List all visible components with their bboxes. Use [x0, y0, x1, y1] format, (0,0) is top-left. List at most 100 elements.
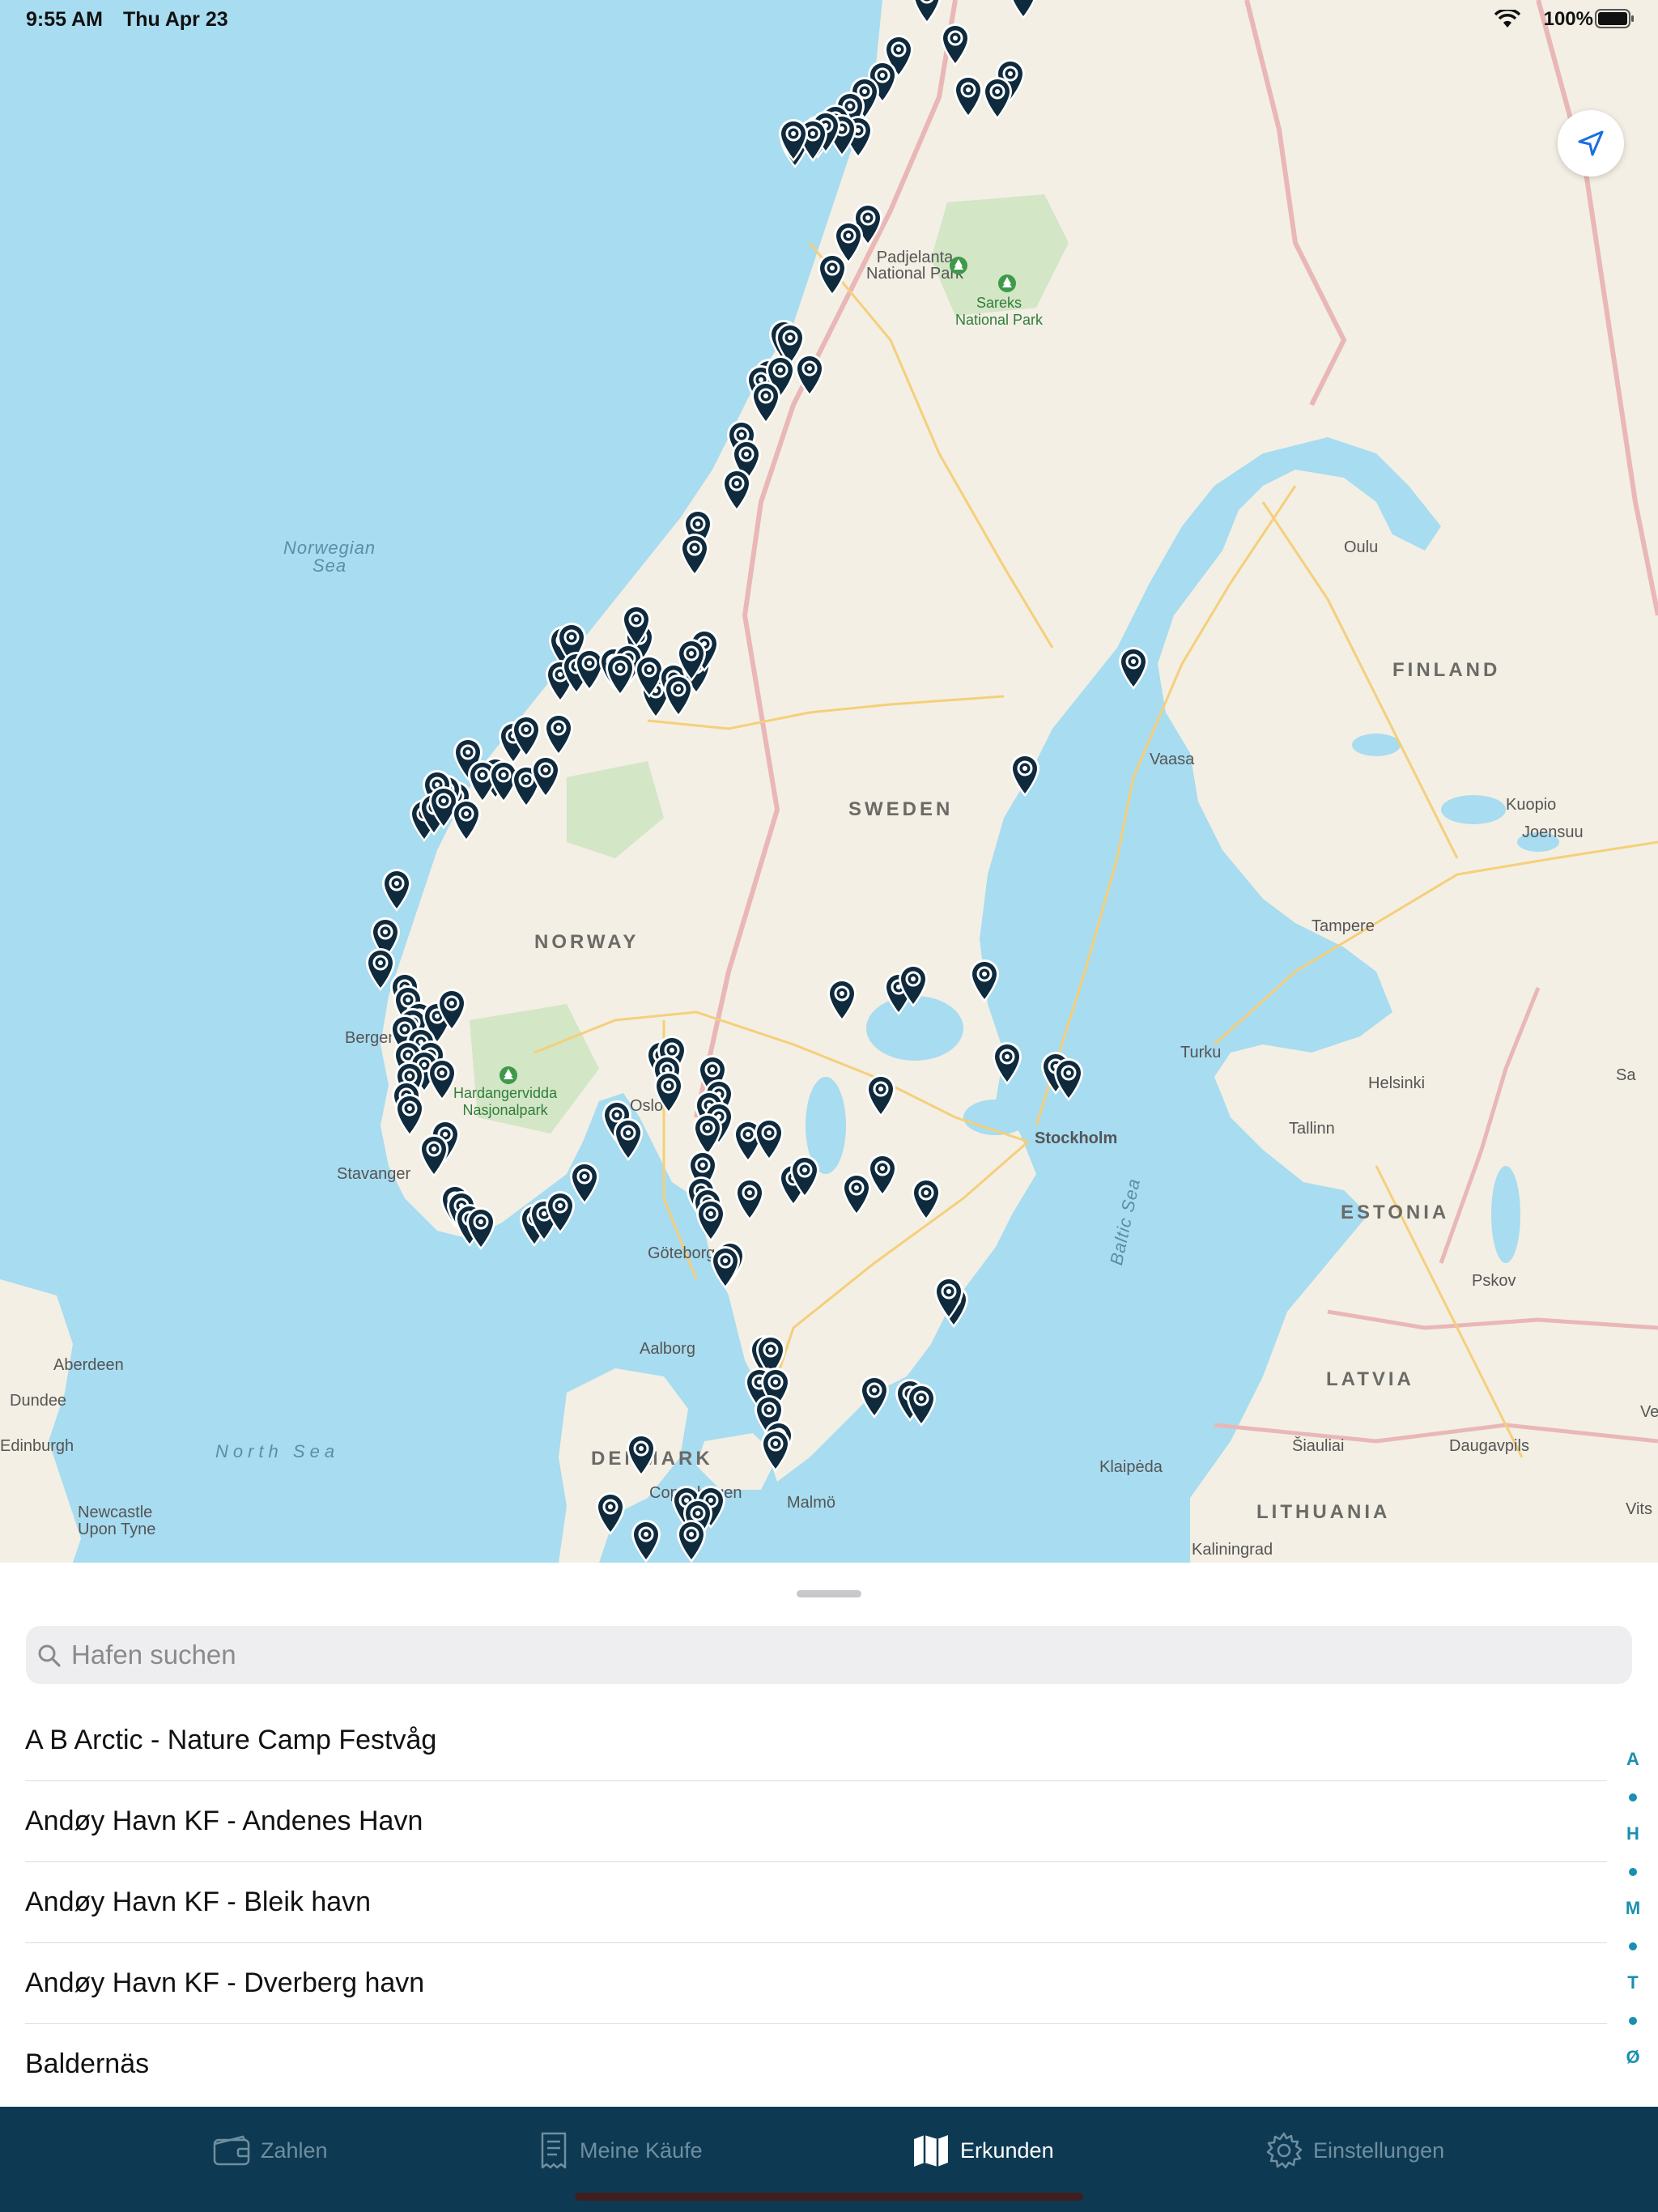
index-letter-t[interactable]: T [1613, 1964, 1653, 2001]
label-norwegian-sea: Norwegian Sea [283, 538, 376, 576]
list-item[interactable]: Andøy Havn KF - Andenes Havn [25, 1781, 1607, 1862]
harbor-pin-icon[interactable] [623, 1431, 659, 1478]
harbor-map[interactable]: Norwegian Sea North Sea Baltic Sea NORWA… [0, 0, 1658, 1563]
tab-meine-kaeufe[interactable]: Meine Käufe [538, 2128, 703, 2173]
park-tree-icon [998, 274, 1016, 292]
harbor-pin-icon[interactable] [758, 1427, 793, 1474]
harbor-pin-icon[interactable] [980, 74, 1015, 121]
harbor-pin-icon[interactable] [593, 1490, 628, 1537]
harbor-pin-icon[interactable] [1051, 1056, 1086, 1103]
tab-label: Meine Käufe [580, 2138, 703, 2163]
receipt-icon [541, 2132, 567, 2169]
index-letter-a[interactable]: A [1613, 1741, 1653, 1778]
harbor-name: A B Arctic - Nature Camp Festvåg [25, 1725, 437, 1755]
index-letter-h[interactable]: H [1613, 1815, 1653, 1853]
harbor-pin-icon[interactable] [674, 636, 709, 683]
tab-zahlen[interactable]: Zahlen [212, 2128, 328, 2173]
label-norway: NORWAY [534, 931, 640, 953]
index-dot[interactable] [1613, 1853, 1653, 1890]
label-sarek: Sareks National Park [955, 295, 1044, 328]
harbor-pin-icon[interactable] [651, 1069, 687, 1116]
index-dot[interactable] [1613, 2001, 1653, 2039]
search-icon [38, 1644, 61, 1667]
harbor-pin-icon[interactable] [824, 976, 860, 1023]
label-finland: FINLAND [1392, 659, 1501, 681]
label-klaipeda: Klaipėda [1099, 1458, 1163, 1476]
harbor-pin-icon[interactable] [1116, 644, 1151, 691]
harbor-pin-icon[interactable] [610, 1116, 646, 1163]
label-hardangervidda: Hardangervidda Nasjonalpark [453, 1085, 558, 1118]
harbor-pin-icon[interactable] [674, 1517, 709, 1563]
battery-percentage: 100% [1543, 8, 1593, 30]
label-pskov: Pskov [1472, 1272, 1516, 1290]
harbor-pin-icon[interactable] [863, 1072, 899, 1119]
index-dot[interactable] [1613, 1927, 1653, 1964]
label-dundee: Dundee [10, 1392, 67, 1410]
harbor-pin-icon[interactable] [814, 251, 850, 298]
index-letter-oe[interactable]: Ø [1613, 2039, 1653, 2076]
gear-icon [1266, 2132, 1303, 2169]
locate-me-button[interactable] [1558, 110, 1624, 177]
list-item[interactable]: Andøy Havn KF - Dverberg havn [25, 1943, 1607, 2024]
harbor-pin-icon[interactable] [708, 1244, 743, 1291]
location-arrow-icon [1578, 130, 1604, 156]
label-helsinki: Helsinki [1368, 1074, 1426, 1092]
harbor-pin-icon[interactable] [865, 1151, 900, 1198]
harbor-pin-icon[interactable] [567, 1159, 602, 1206]
harbor-pin-icon[interactable] [628, 1517, 664, 1563]
park-tree-icon [500, 1066, 517, 1084]
harbor-pin-icon[interactable] [693, 1197, 729, 1244]
tab-bar: Zahlen Meine Käufe Erkunden Einstellunge… [0, 2107, 1658, 2212]
wallet-icon [213, 2135, 250, 2166]
harbor-pin-icon[interactable] [908, 1176, 944, 1223]
harbor-pin-icon[interactable] [776, 117, 811, 164]
label-vaasa: Vaasa [1150, 751, 1195, 768]
label-aberdeen: Aberdeen [53, 1356, 124, 1374]
label-latvia: LATVIA [1326, 1368, 1414, 1390]
label-daugavpils: Daugavpils [1449, 1437, 1529, 1455]
harbor-pin-icon[interactable] [434, 986, 470, 1033]
harbor-pin-icon[interactable] [379, 866, 414, 913]
tab-label: Zahlen [261, 2138, 328, 2163]
label-stavanger: Stavanger [337, 1165, 411, 1183]
harbor-pin-icon[interactable] [967, 957, 1002, 1004]
tab-einstellungen[interactable]: Einstellungen [1265, 2128, 1444, 2173]
label-turku: Turku [1180, 1044, 1222, 1061]
harbor-pin-icon[interactable] [541, 711, 576, 758]
park-tree-icon [950, 257, 967, 274]
harbor-pin-icon[interactable] [424, 1056, 460, 1103]
harbor-pin-icon[interactable] [1007, 751, 1043, 798]
harbor-pin-icon[interactable] [463, 1205, 499, 1252]
harbor-pin-icon[interactable] [857, 1373, 892, 1420]
harbor-list: A B Arctic - Nature Camp Festvåg Andøy H… [0, 1700, 1607, 2105]
harbor-pin-icon[interactable] [903, 1381, 939, 1428]
harbor-pin-icon[interactable] [787, 1153, 823, 1200]
harbor-pin-icon[interactable] [719, 466, 755, 513]
harbor-sheet[interactable]: A B Arctic - Nature Camp Festvåg Andøy H… [0, 1563, 1658, 2107]
index-letter-m[interactable]: M [1613, 1890, 1653, 1927]
list-item[interactable]: A B Arctic - Nature Camp Festvåg [25, 1700, 1607, 1781]
harbor-pin-icon[interactable] [792, 351, 827, 398]
harbor-pin-icon[interactable] [528, 753, 563, 800]
harbor-pin-icon[interactable] [416, 1132, 452, 1179]
list-item[interactable]: Baldernäs [25, 2024, 1607, 2105]
home-indicator [575, 2193, 1083, 2201]
list-item[interactable]: Andøy Havn KF - Bleik havn [25, 1862, 1607, 1943]
label-edinburgh: Edinburgh [0, 1437, 74, 1455]
label-ve: Ve [1640, 1403, 1658, 1421]
harbor-pin-icon[interactable] [989, 1040, 1025, 1087]
label-sweden: SWEDEN [848, 798, 954, 820]
harbor-pin-icon[interactable] [732, 1176, 767, 1223]
harbor-pin-icon[interactable] [677, 531, 712, 578]
label-newcastle: Newcastle Upon Tyne [78, 1504, 156, 1538]
tab-erkunden[interactable]: Erkunden [912, 2128, 1054, 2173]
label-kaliningrad: Kaliningrad [1192, 1541, 1273, 1559]
index-dot[interactable] [1613, 1778, 1653, 1815]
status-date: Thu Apr 23 [123, 8, 228, 31]
section-index-bar[interactable]: A H M T Ø [1613, 1741, 1653, 2076]
harbor-pin-icon[interactable] [751, 1116, 787, 1163]
sheet-grabber-handle[interactable] [797, 1590, 861, 1597]
harbor-pin-icon[interactable] [931, 1274, 967, 1321]
harbor-pin-icon[interactable] [895, 962, 931, 1009]
search-input[interactable] [71, 1632, 1609, 1678]
